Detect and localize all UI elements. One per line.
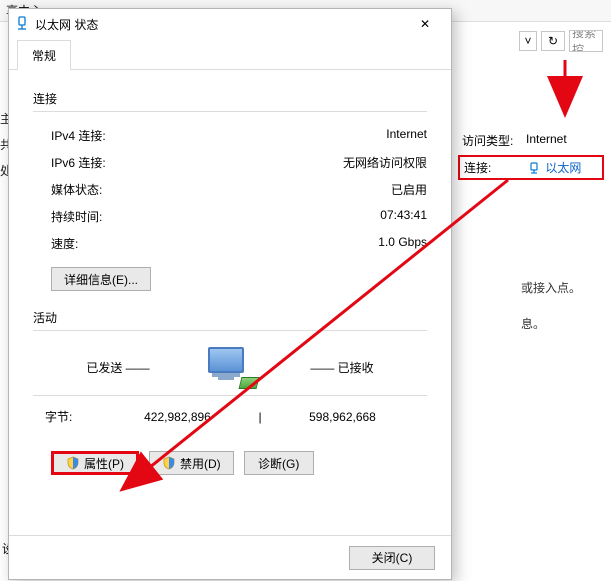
activity-section: 活动 已发送 —— —— 已接收 字节: 422,982,896 | 598,9…: [33, 309, 427, 475]
close-dialog-button[interactable]: 关闭(C): [349, 546, 435, 570]
properties-button-label: 属性(P): [84, 455, 124, 472]
bytes-sent-value: 422,982,896: [105, 410, 250, 424]
disable-button-label: 禁用(D): [180, 455, 221, 472]
diagnose-button[interactable]: 诊断(G): [244, 451, 314, 475]
dialog-titlebar[interactable]: 以太网 状态 ✕: [9, 9, 451, 39]
speed-label: 速度:: [51, 235, 78, 252]
refresh-icon: ↻: [548, 34, 558, 48]
info-frag: 息。: [521, 306, 581, 342]
computer-icon: [206, 347, 254, 387]
details-button[interactable]: 详细信息(E)...: [51, 267, 151, 291]
dialog-content: 连接 IPv4 连接: Internet IPv6 连接: 无网络访问权限 媒体…: [9, 70, 451, 483]
ethernet-link[interactable]: 以太网: [528, 159, 581, 176]
sent-label: 已发送 ——: [45, 359, 191, 376]
tab-strip: 常规: [9, 39, 451, 70]
ethernet-icon: [15, 16, 29, 33]
ethernet-status-dialog: 以太网 状态 ✕ 常规 连接 IPv4 连接: Internet IPv6 连接…: [8, 8, 452, 580]
connections-label: 连接:: [464, 159, 520, 176]
ipv6-row: IPv6 连接: 无网络访问权限: [33, 149, 427, 176]
annotation-highlight-link: 连接: 以太网: [458, 155, 604, 180]
access-type-row: 访问类型: Internet: [462, 132, 605, 149]
history-dropdown[interactable]: ˅: [519, 31, 537, 51]
duration-label: 持续时间:: [51, 208, 102, 225]
ipv4-row: IPv4 连接: Internet: [33, 122, 427, 149]
properties-button[interactable]: 属性(P): [51, 451, 139, 475]
access-type-label: 访问类型:: [462, 132, 518, 149]
ipv4-value: Internet: [386, 127, 427, 144]
bytes-label: 字节:: [45, 408, 105, 425]
media-state-label: 媒体状态:: [51, 181, 102, 198]
dialog-footer: 关闭(C): [9, 535, 451, 579]
address-toolbar: ˅ ↻ 搜索控: [519, 30, 603, 52]
activity-icon: [191, 347, 269, 387]
bytes-separator: |: [250, 410, 270, 424]
divider: [33, 330, 427, 331]
divider: [33, 111, 427, 112]
shield-icon: [162, 456, 176, 470]
bytes-row: 字节: 422,982,896 | 598,962,668: [33, 404, 427, 429]
activity-header: 已发送 —— —— 已接收: [33, 341, 427, 387]
media-state-row: 媒体状态: 已启用: [33, 176, 427, 203]
disable-button[interactable]: 禁用(D): [149, 451, 234, 475]
info-frag: 或接入点。: [521, 270, 581, 306]
ipv4-label: IPv4 连接:: [51, 127, 106, 144]
ethernet-icon: [528, 162, 540, 174]
bytes-received-value: 598,962,668: [270, 410, 415, 424]
access-type-value: Internet: [526, 132, 567, 149]
tab-general[interactable]: 常规: [17, 40, 71, 70]
ethernet-link-text: 以太网: [545, 161, 581, 175]
search-input[interactable]: 搜索控: [569, 30, 603, 52]
details-row: 详细信息(E)...: [33, 257, 427, 291]
search-placeholder: 搜索控: [572, 30, 600, 52]
close-button[interactable]: ✕: [405, 10, 445, 38]
dialog-title: 以太网 状态: [35, 16, 405, 33]
chevron-down-icon: ˅: [524, 34, 531, 48]
action-button-row: 属性(P) 禁用(D) 诊断(G): [33, 429, 427, 475]
media-state-value: 已启用: [391, 181, 427, 198]
ipv6-label: IPv6 连接:: [51, 154, 106, 171]
activity-section-title: 活动: [33, 309, 427, 326]
duration-row: 持续时间: 07:43:41: [33, 203, 427, 230]
close-icon: ✕: [420, 17, 430, 31]
shield-icon: [66, 456, 80, 470]
refresh-button[interactable]: ↻: [541, 31, 565, 51]
divider: [33, 395, 427, 396]
speed-value: 1.0 Gbps: [378, 235, 427, 252]
duration-value: 07:43:41: [380, 208, 427, 225]
info-text-fragments: 或接入点。 息。: [521, 270, 581, 342]
received-label: —— 已接收: [269, 359, 415, 376]
ipv6-value: 无网络访问权限: [343, 154, 427, 171]
speed-row: 速度: 1.0 Gbps: [33, 230, 427, 257]
connection-section-title: 连接: [33, 90, 427, 107]
